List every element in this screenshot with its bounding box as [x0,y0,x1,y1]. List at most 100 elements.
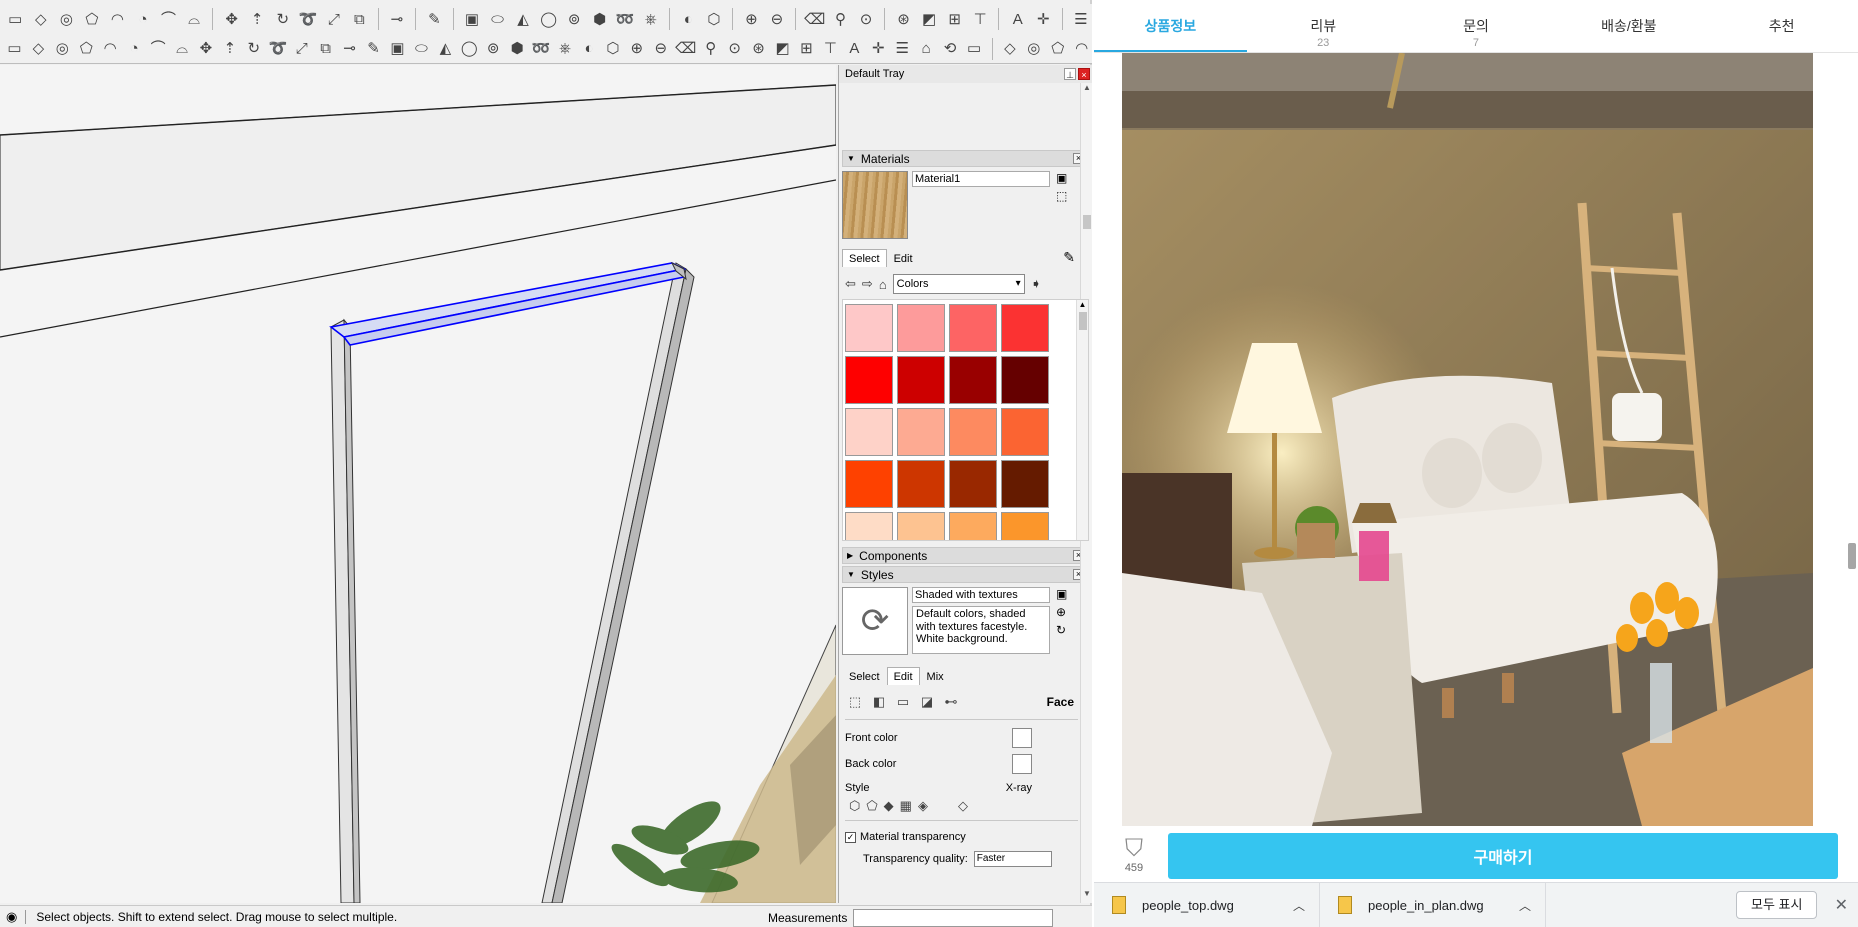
color-swatch[interactable] [897,304,945,352]
move-icon[interactable]: ✥ [220,8,243,31]
tool-al-icon[interactable]: ☰ [892,37,913,60]
color-swatch[interactable] [845,408,893,456]
add-style-icon[interactable]: ⊕ [1056,605,1067,619]
components-panel-header[interactable]: ▶ Components × [842,547,1089,564]
user-icon[interactable]: ◉ [6,909,17,925]
checkbox-checked-icon[interactable]: ✓ [845,831,856,843]
scale-icon[interactable]: ⤢ [323,8,346,31]
eraser-icon[interactable]: ⊖ [766,8,789,31]
color-swatch[interactable] [949,512,997,540]
look-around-icon[interactable]: ⊙ [855,8,878,31]
color-swatch[interactable] [845,304,893,352]
download-item[interactable]: people_in_plan.dwg ︿ [1320,882,1546,927]
tool-aq-icon[interactable]: ◎ [1023,37,1044,60]
create-material-icon[interactable]: ▣ [1056,171,1067,185]
rotate-icon[interactable]: ↻ [271,8,294,31]
chevron-up-icon[interactable]: ︿ [1293,897,1305,914]
offset-icon[interactable]: ⧉ [348,8,371,31]
close-icon[interactable]: ✕ [1835,895,1848,915]
model-viewport[interactable] [0,65,836,903]
page-scrollbar[interactable] [1844,53,1858,876]
tool-j-icon[interactable]: ⇡ [219,37,240,60]
back-arrow-icon[interactable]: ⇦ [845,276,856,292]
tool-aj-icon[interactable]: A [844,37,865,60]
tape-icon[interactable]: ⊸ [386,8,409,31]
followme-icon[interactable]: ➰ [297,8,320,31]
rectangle-icon[interactable]: ▭ [4,8,27,31]
tool-k-icon[interactable]: ↻ [243,37,264,60]
pie-icon[interactable]: ◔ [132,8,155,31]
back-color-swatch[interactable] [1012,754,1032,774]
download-item[interactable]: people_top.dwg ︿ [1094,882,1320,927]
create-style-icon[interactable]: ▣ [1056,587,1067,601]
lathe-icon[interactable]: ⎈ [640,8,663,31]
color-swatch[interactable] [1001,460,1049,508]
material-transparency-row[interactable]: ✓ Material transparency [845,831,1092,843]
layer-icon[interactable]: A [1006,8,1029,31]
materials-panel-header[interactable]: ▼ Materials × [842,150,1089,167]
tool-e-icon[interactable]: ◠ [100,37,121,60]
tool-l-icon[interactable]: ➰ [267,37,288,60]
tool-z-icon[interactable]: ⬡ [602,37,623,60]
tool-x-icon[interactable]: ⎈ [555,37,576,60]
color-swatch[interactable] [1001,408,1049,456]
front-color-swatch[interactable] [1012,728,1032,748]
wireframe-icon[interactable]: ⬡ [849,798,860,814]
measurements-input[interactable] [853,909,1054,927]
forward-arrow-icon[interactable]: ⇨ [862,276,873,292]
tool-ak-icon[interactable]: ✛ [868,37,889,60]
tube-icon[interactable]: ⊚ [563,8,586,31]
tool-o-icon[interactable]: ⊸ [339,37,360,60]
tab-product-info[interactable]: 상품정보 [1094,0,1247,52]
color-swatch[interactable] [897,460,945,508]
circle-icon[interactable]: ◎ [55,8,78,31]
tool-ad-icon[interactable]: ⚲ [700,37,721,60]
color-swatch[interactable] [897,356,945,404]
tool-f-icon[interactable]: ◔ [124,37,145,60]
tab-questions[interactable]: 문의 7 [1400,0,1553,52]
tool-p-icon[interactable]: ✎ [363,37,384,60]
shape-icon[interactable]: ◐ [677,8,700,31]
tool-d-icon[interactable]: ⬠ [76,37,97,60]
arc2-icon[interactable]: ⌒ [157,8,180,31]
watermark-settings-icon[interactable]: ◪ [917,692,937,712]
tab-reviews[interactable]: 리뷰 23 [1247,0,1400,52]
position-camera-icon[interactable]: ⚲ [829,8,852,31]
tool-y-icon[interactable]: ◐ [579,37,600,60]
library-select[interactable]: Colors [892,274,1025,294]
tab-mix[interactable]: Mix [920,667,951,685]
tool-ag-icon[interactable]: ◩ [772,37,793,60]
buy-button[interactable]: 구매하기 [1168,833,1838,879]
style-name-field[interactable]: Shaded with textures [912,587,1050,603]
color-swatch[interactable] [949,408,997,456]
arc-icon[interactable]: ◠ [106,8,129,31]
color-swatch[interactable] [845,356,893,404]
home-icon[interactable]: ⌂ [879,277,887,292]
style-description[interactable]: Default colors, shaded with textures fac… [912,606,1050,654]
color-swatch[interactable] [1001,512,1049,540]
tab-edit[interactable]: Edit [886,667,920,685]
show-all-button[interactable]: 모두 표시 [1736,891,1818,919]
helix-icon[interactable]: ➿ [614,8,637,31]
xray-icon[interactable]: ◇ [958,798,968,814]
bookmark-button[interactable]: ⛉ 459 [1094,834,1174,875]
dimension-icon[interactable]: ◩ [918,8,941,31]
tool-ac-icon[interactable]: ⌫ [674,37,697,60]
scroll-thumb[interactable] [1083,215,1091,229]
cylinder-icon[interactable]: ⬭ [486,8,509,31]
chevron-up-icon[interactable]: ︿ [1519,897,1531,914]
tool-n-icon[interactable]: ⧉ [315,37,336,60]
palette-scrollbar[interactable]: ▲ [1076,300,1088,540]
update-style-icon[interactable]: ↻ [1056,623,1067,637]
prism-icon[interactable]: ⬢ [588,8,611,31]
tool-g-icon[interactable]: ⌒ [148,37,169,60]
tool-s-icon[interactable]: ◭ [435,37,456,60]
tool-v-icon[interactable]: ⬢ [507,37,528,60]
close-icon[interactable]: × [1078,68,1090,80]
tool-w-icon[interactable]: ➿ [531,37,552,60]
tab-select[interactable]: Select [842,249,887,267]
3pt-arc-icon[interactable]: ⌓ [183,8,206,31]
color-swatch[interactable] [949,356,997,404]
tool-af-icon[interactable]: ⊛ [748,37,769,60]
intersect-icon[interactable]: ⊕ [740,8,763,31]
